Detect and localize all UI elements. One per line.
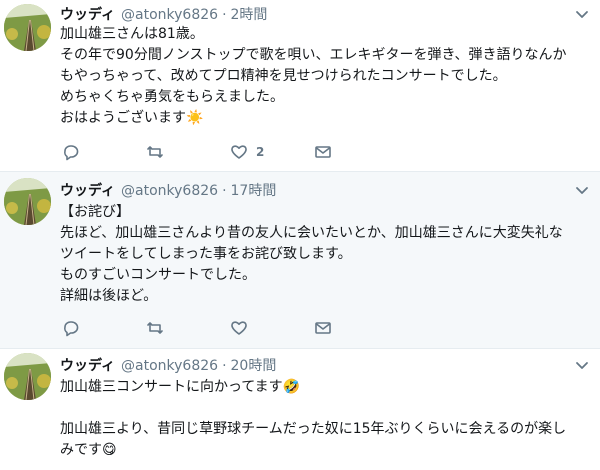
avatar[interactable] (4, 4, 51, 51)
like-button[interactable] (230, 319, 314, 337)
user-handle[interactable]: @atonky6826 (121, 183, 218, 199)
separator: · (222, 7, 227, 23)
tweet-line: もやっちゃって、改めてプロ精神を見せつけられたコンサートでした。 (60, 68, 507, 84)
tweet-line: ものすごいコンサートでした。 (60, 267, 256, 283)
tweet-line: 【お詫び】 (60, 204, 130, 220)
tweet-text: 加山雄三さんは81歳。 その年で90分間ノンストップで歌を唄い、エレキギターを弾… (60, 24, 592, 129)
timestamp[interactable]: 2時間 (231, 4, 268, 24)
tweet-line: 詳細は後ほど。 (60, 288, 158, 304)
user-handle[interactable]: @atonky6826 (121, 358, 218, 374)
reply-icon (62, 319, 88, 337)
retweet-button[interactable] (146, 319, 230, 337)
avatar[interactable] (4, 353, 51, 400)
display-name[interactable]: ウッディ (60, 180, 115, 200)
tweet-actions (62, 318, 338, 338)
reply-icon (62, 143, 88, 161)
tweet-line: めちゃくちゃ勇気をもらえました。 (60, 89, 284, 105)
tweet-line: その年で90分間ノンストップで歌を唄い、エレキギターを弾き、弾き語りなんか (60, 47, 567, 63)
display-name[interactable]: ウッディ (60, 4, 115, 24)
chevron-down-icon[interactable] (574, 6, 590, 22)
chevron-down-icon[interactable] (574, 182, 590, 198)
avatar[interactable] (4, 178, 51, 225)
like-count: 2 (256, 145, 265, 159)
mail-icon (314, 319, 340, 337)
dm-button[interactable] (314, 319, 338, 337)
dm-button[interactable] (314, 143, 338, 161)
tweet-line: 加山雄三より、昔同じ草野球チームだった奴に15年ぶりくらいに会えるのが楽し (60, 421, 567, 437)
like-button[interactable]: 2 (230, 143, 314, 161)
retweet-icon (146, 143, 172, 161)
mail-icon (314, 143, 340, 161)
reply-button[interactable] (62, 319, 146, 337)
user-handle[interactable]: @atonky6826 (121, 7, 218, 23)
retweet-icon (146, 319, 172, 337)
timestamp[interactable]: 20時間 (231, 355, 277, 375)
chevron-down-icon[interactable] (574, 357, 590, 373)
tweet-line: みです😋 (60, 442, 117, 458)
heart-icon (230, 319, 256, 337)
tweet-line: 先ほど、加山雄三さんより昔の友人に会いたいとか、加山雄三さんに大変失礼な (60, 225, 563, 241)
separator: · (222, 183, 227, 199)
tweet-line: おはようございます☀️ (60, 110, 204, 126)
tweet-text: 加山雄三コンサートに向かってます🤣 加山雄三より、昔同じ草野球チームだった奴に1… (60, 377, 592, 461)
tweet-line: 加山雄三コンサートに向かってます🤣 (60, 379, 301, 395)
timestamp[interactable]: 17時間 (231, 180, 277, 200)
tweet-actions: 2 (62, 142, 338, 162)
heart-icon (230, 143, 256, 161)
display-name[interactable]: ウッディ (60, 355, 115, 375)
reply-button[interactable] (62, 143, 146, 161)
retweet-button[interactable] (146, 143, 230, 161)
tweet-text: 【お詫び】 先ほど、加山雄三さんより昔の友人に会いたいとか、加山雄三さんに大変失… (60, 202, 592, 307)
separator: · (222, 358, 227, 374)
tweet-line: ツイートをしてしまった事をお詫び致します。 (60, 246, 352, 262)
tweet-line: 加山雄三さんは81歳。 (60, 26, 204, 42)
